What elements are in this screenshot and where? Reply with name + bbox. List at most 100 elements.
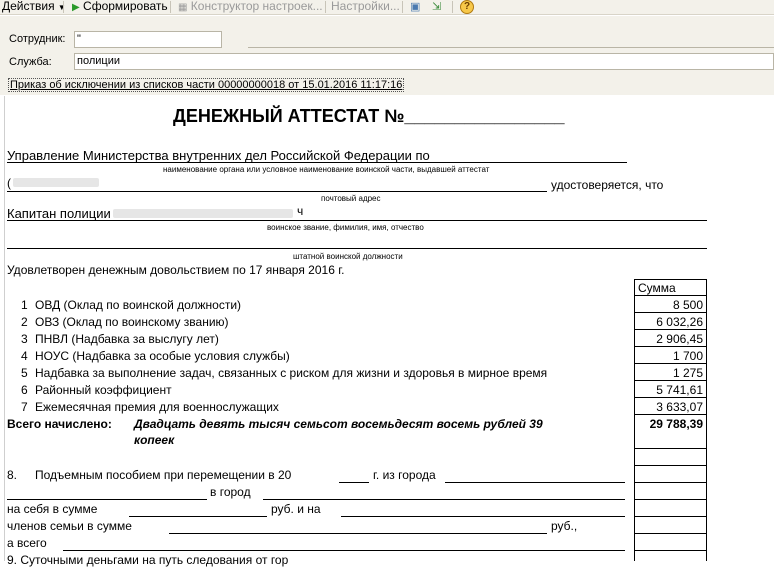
employee-value: ": [77, 33, 81, 45]
employee-label: Сотрудник:: [9, 33, 66, 45]
toolbar: Действия ▼ ▶ Сформировать ▦ Конструктор …: [0, 0, 774, 15]
total-words-line1: Двадцать девять тысяч семьсот восемьдеся…: [134, 417, 543, 431]
form-button[interactable]: ▶ Сформировать: [72, 0, 168, 14]
row-line: [634, 465, 707, 466]
row-line: [634, 397, 707, 398]
row-line: [634, 499, 707, 500]
total-words-line2: копеек: [134, 433, 175, 447]
row-label: ОВД (Оклад по воинской должности): [35, 298, 242, 312]
org-caption: наименование органа или условное наимено…: [163, 165, 490, 174]
row-line: [634, 346, 707, 347]
total-label: Всего начислено:: [7, 417, 112, 431]
row-label: Районный коэффициент: [35, 383, 172, 397]
sum-column-right: [706, 279, 707, 561]
sum-column-left: [634, 279, 635, 561]
address-caption: почтовый адрес: [321, 194, 381, 203]
toolbar-separator: [170, 1, 171, 13]
employee-field[interactable]: ": [74, 31, 222, 48]
self-sum-underline: [129, 516, 267, 517]
p9-text: 9. Суточными деньгами на путь следования…: [7, 553, 289, 567]
settings-button-label: Настройки...: [331, 0, 400, 13]
toolbar-separator: [325, 1, 326, 13]
row-line: [634, 516, 707, 517]
row-label: НОУС (Надбавка за особые условия службы): [35, 349, 290, 363]
redacted-name: [113, 209, 293, 218]
actions-label: Действия: [2, 0, 55, 13]
family-sum-label: членов семьи в сумме: [7, 519, 132, 533]
satisfied-text: Удовлетворен денежным довольствием по 17…: [7, 263, 345, 277]
service-field[interactable]: полиции: [74, 53, 774, 70]
row-number: 7: [21, 400, 28, 414]
year-underline: [339, 482, 369, 483]
settings-button[interactable]: Настройки...: [331, 0, 400, 13]
p8-to-city: в город: [210, 485, 251, 499]
position-caption: штатной воинской должности: [293, 252, 403, 261]
row-line: [634, 363, 707, 364]
row-line: [634, 550, 707, 551]
constructor-button[interactable]: ▦ Конструктор настроек...: [178, 0, 323, 14]
employee-extra-line: [248, 47, 774, 48]
sum-column-top: [634, 279, 707, 280]
play-icon: ▶: [72, 2, 80, 13]
row-label: ОВЗ (Оклад по воинскому званию): [35, 315, 229, 329]
row-line: [634, 533, 707, 534]
row-line: [634, 414, 707, 415]
constructor-icon: ▦: [178, 2, 188, 13]
row-line: [634, 329, 707, 330]
order-link[interactable]: Приказ об исключении из списков части 00…: [8, 78, 405, 92]
constructor-button-label: Конструктор настроек...: [190, 0, 323, 13]
copy-icon[interactable]: ▣: [410, 1, 420, 13]
rank-name: Капитан полиции: [7, 206, 111, 221]
row-number: 4: [21, 349, 28, 363]
rank-tail: ч: [297, 204, 304, 218]
rub-and-underline: [341, 516, 625, 517]
row-number: 3: [21, 332, 28, 346]
help-icon[interactable]: ?: [460, 0, 474, 14]
total-all-underline: [63, 550, 625, 551]
row-number: 1: [21, 298, 28, 312]
sum-header-line: [634, 295, 707, 296]
address-prefix: (: [7, 176, 11, 190]
row-line: [634, 448, 707, 449]
row-label: Ежемесячная премия для военнослужащих: [35, 400, 279, 414]
rank-caption: воинское звание, фимилия, имя, отчество: [267, 223, 424, 232]
toolbar-separator: [402, 1, 403, 13]
row-amount: 1 275: [672, 366, 703, 380]
certifies-text: удостоверяется, что: [551, 178, 664, 192]
form-button-label: Сформировать: [83, 0, 168, 13]
p8-from-city: г. из города: [373, 468, 436, 482]
row-amount: 1 700: [672, 349, 703, 363]
blank-underline: [7, 499, 207, 500]
rub-and-label: руб. и на: [271, 502, 321, 516]
row-line: [634, 482, 707, 483]
row-line: [634, 312, 707, 313]
p8-number: 8.: [7, 468, 18, 482]
total-all-label: а всего: [7, 536, 47, 550]
family-sum-underline: [169, 533, 547, 534]
report-document: ДЕНЕЖНЫЙ АТТЕСТАТ №________________ Упра…: [4, 96, 774, 567]
toolbar-separator: [63, 1, 64, 13]
row-number: 2: [21, 315, 28, 329]
dropdown-arrow-icon: ▼: [57, 3, 66, 12]
actions-menu[interactable]: Действия ▼: [2, 0, 66, 14]
from-city-underline: [445, 482, 625, 483]
org-underline: [7, 162, 627, 163]
rub-label: руб.,: [551, 519, 578, 533]
row-line: [634, 380, 707, 381]
row-amount: 5 741,61: [656, 383, 703, 397]
row-amount: 6 032,26: [656, 315, 703, 329]
address-underline: [7, 191, 547, 192]
self-sum-label: на себя в сумме: [7, 502, 98, 516]
row-label: Надбавка за выполнение задач, связанных …: [35, 366, 548, 380]
export-icon[interactable]: ⇲: [432, 1, 441, 13]
row-number: 6: [21, 383, 28, 397]
sum-header: Сумма: [638, 281, 676, 295]
total-amount: 29 788,39: [649, 417, 703, 431]
row-amount: 3 633,07: [656, 400, 703, 414]
rank-underline: [7, 220, 707, 221]
service-label: Служба:: [9, 56, 52, 68]
org-name: Управление Министерства внутренних дел Р…: [7, 148, 430, 163]
toolbar-separator: [452, 1, 453, 13]
to-city-underline: [263, 499, 625, 500]
row-number: 5: [21, 366, 28, 380]
